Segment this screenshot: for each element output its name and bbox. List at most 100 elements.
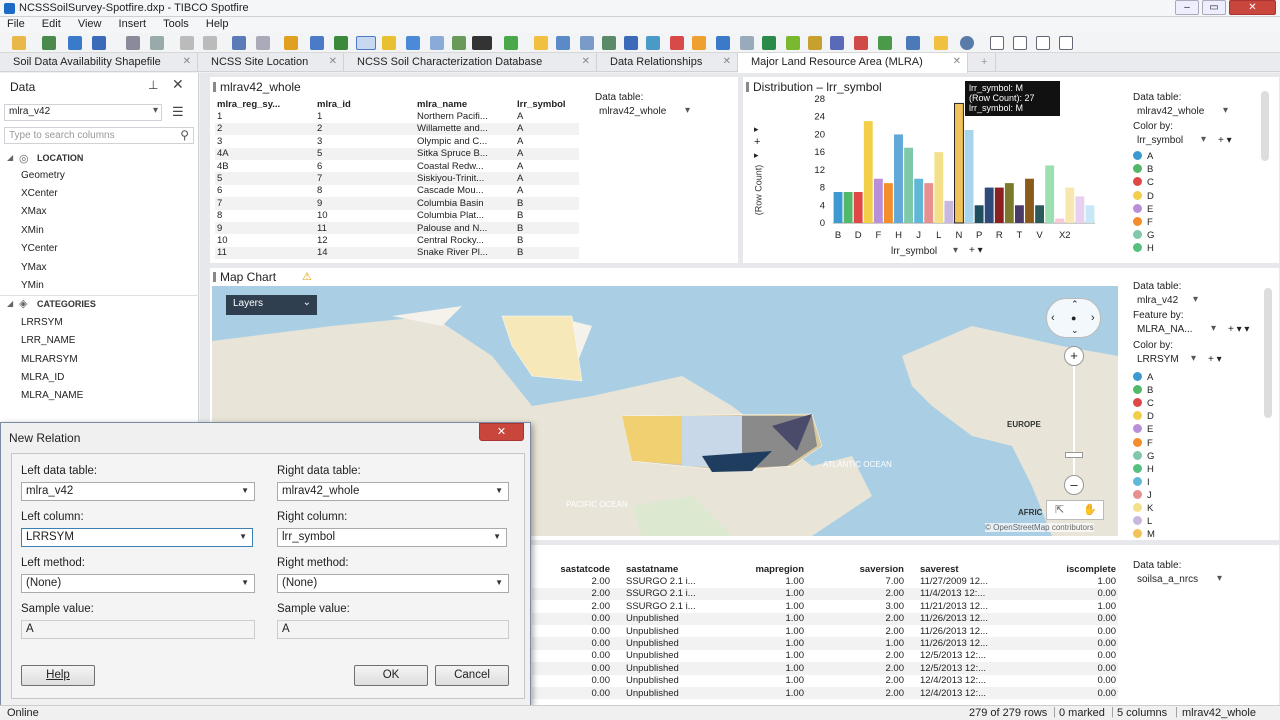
zoom-out-button[interactable]: – [1064, 475, 1084, 495]
kpi-icon[interactable] [934, 36, 948, 50]
map-color-by-select[interactable]: LRRSYM [1133, 353, 1199, 368]
cancel-button[interactable]: Cancel [435, 665, 509, 686]
zoom-slider-handle[interactable] [1065, 452, 1083, 458]
3d-scatter-icon[interactable] [740, 36, 754, 50]
details-icon[interactable] [334, 36, 348, 50]
legend-item[interactable]: B [1133, 385, 1153, 396]
tab-major-land-resource-area[interactable]: Major Land Resource Area (MLRA) ✕ [738, 53, 968, 73]
col-header[interactable]: mapregion [712, 563, 806, 575]
table-row[interactable]: 2 2 Willamette and... A [215, 122, 579, 136]
bar[interactable] [1014, 205, 1024, 223]
map-data-table-select[interactable]: mlra_v42 [1133, 294, 1201, 309]
legend-item[interactable]: M [1133, 529, 1155, 540]
col-header[interactable]: lrr_symbol [515, 98, 579, 110]
scrollbar[interactable] [1264, 288, 1272, 418]
close-tab-icon[interactable]: ✕ [329, 56, 337, 67]
add-axis-icon[interactable]: + [754, 136, 760, 148]
menu-icon[interactable]: ☰ [172, 104, 184, 120]
table-row[interactable]: 0.00 Unpublished 1.00 2.00 12/5/2013 12:... 0… [532, 650, 1118, 662]
legend-item[interactable]: D [1133, 411, 1154, 422]
pan-center-icon[interactable]: ● [1071, 313, 1076, 323]
close-tab-icon[interactable]: ✕ [953, 56, 961, 67]
insights-icon[interactable] [534, 36, 548, 50]
bar[interactable] [1055, 218, 1065, 223]
column-xcenter[interactable]: XCenter [21, 188, 58, 199]
bar[interactable] [944, 200, 954, 223]
col-header[interactable]: mlra_reg_sy... [215, 98, 315, 110]
y-axis-selector[interactable]: (Row Count) [749, 165, 765, 216]
col-header[interactable]: sastatname [612, 563, 712, 575]
pan-control[interactable]: ⌃ ‹ ● › ⌄ [1046, 298, 1101, 338]
table-row[interactable]: 2.00 SSURGO 2.1 i... 1.00 3.00 11/21/2013 12… [532, 600, 1118, 612]
pan-right-icon[interactable]: › [1091, 312, 1095, 324]
print-icon[interactable] [126, 36, 140, 50]
legend-item[interactable]: E [1133, 424, 1153, 435]
settings-icon[interactable] [960, 36, 974, 50]
table-row[interactable]: 1 1 Northern Pacifi... A [215, 110, 579, 122]
col-header[interactable]: mlra_name [415, 98, 515, 110]
graphical-table-2-icon[interactable] [602, 36, 616, 50]
legend-item[interactable]: B [1133, 164, 1153, 175]
expand-icon[interactable]: ▸ [754, 150, 759, 161]
table2-data-table-select[interactable]: soilsa_a_nrcs [1133, 573, 1225, 588]
layout-icon[interactable] [356, 36, 376, 50]
column-lrr-name[interactable]: LRR_NAME [21, 335, 75, 346]
col-header[interactable]: mlra_id [315, 98, 415, 110]
annotation-icon[interactable] [382, 36, 396, 50]
pin-icon[interactable]: ⊥ [148, 78, 158, 92]
ok-button[interactable]: OK [354, 665, 428, 686]
column-lrrsym[interactable]: LRRSYM [21, 317, 63, 328]
bar[interactable] [1004, 183, 1014, 223]
tab-ncss-soil-characterization[interactable]: NCSS Soil Characterization Database ✕ [344, 53, 597, 72]
table-row[interactable]: 0.00 Unpublished 1.00 2.00 12/4/2013 12:... 0… [532, 686, 1118, 700]
layout-stack-icon[interactable] [1036, 36, 1050, 50]
left-method-select[interactable]: (None) [21, 574, 255, 593]
right-method-select[interactable]: (None) [277, 574, 509, 593]
legend-item[interactable]: L [1133, 516, 1152, 527]
minimize-button[interactable]: – [1175, 0, 1199, 15]
bookmark-icon[interactable] [284, 36, 298, 50]
menu-file[interactable]: File [0, 17, 32, 31]
table-row[interactable]: 4A 5 Sitka Spruce B... A [215, 147, 579, 160]
maximize-button[interactable]: ▭ [1202, 0, 1226, 15]
col-header[interactable]: iscomplete [1016, 563, 1118, 575]
paste-icon[interactable] [203, 36, 217, 50]
bar[interactable] [924, 183, 934, 223]
bar-chart-icon[interactable] [624, 36, 638, 50]
maximize-visual-icon[interactable] [1059, 36, 1073, 50]
bar[interactable] [964, 130, 974, 223]
close-tab-icon[interactable]: ✕ [582, 56, 590, 67]
bar[interactable] [934, 152, 944, 223]
bar[interactable] [1025, 178, 1034, 223]
export-icon[interactable] [150, 36, 164, 50]
table-row[interactable]: 0.00 Unpublished 1.00 2.00 12/5/2013 12:... 0… [532, 662, 1118, 675]
undo-icon[interactable] [232, 36, 246, 50]
left-table-select[interactable]: mlra_v42 [21, 482, 255, 501]
add-color-by-button[interactable]: + ▾ [1218, 135, 1232, 146]
column-search-box[interactable]: Type to search columns ⚲ [4, 127, 194, 144]
open-icon[interactable] [12, 36, 26, 50]
legend-item[interactable]: H [1133, 243, 1154, 254]
soilsa-data-grid[interactable]: sastatcode sastatname mapregion saversio… [532, 563, 1118, 700]
help-button[interactable]: Help [21, 665, 95, 686]
color-scheme-icon[interactable] [472, 36, 492, 50]
tab-soil-data-availability[interactable]: Soil Data Availability Shapefile ✕ [0, 53, 198, 72]
save-icon[interactable] [92, 36, 106, 50]
column-mlra-id[interactable]: MLRA_ID [21, 372, 64, 383]
column-ymax[interactable]: YMax [21, 262, 47, 273]
data-table-select[interactable]: mlra_v42 [4, 104, 162, 121]
column-ymin[interactable]: YMin [21, 280, 44, 291]
table-row[interactable]: 9 11 Palouse and N... B [215, 221, 579, 235]
legend-item[interactable]: G [1133, 230, 1154, 241]
bar[interactable] [904, 147, 914, 223]
expand-icon[interactable]: ▸ [754, 124, 759, 135]
table-row[interactable]: 6 8 Cascade Mou... A [215, 185, 579, 197]
table-visual-icon[interactable] [406, 36, 420, 50]
map-chart-icon[interactable] [762, 36, 776, 50]
column-ycenter[interactable]: YCenter [21, 243, 58, 254]
bar[interactable] [1075, 196, 1085, 223]
bar[interactable] [954, 102, 964, 224]
add-page-button[interactable]: + [968, 53, 996, 72]
legend-item[interactable]: F [1133, 437, 1153, 449]
table-row[interactable]: 3 3 Olympic and C... A [215, 135, 579, 147]
